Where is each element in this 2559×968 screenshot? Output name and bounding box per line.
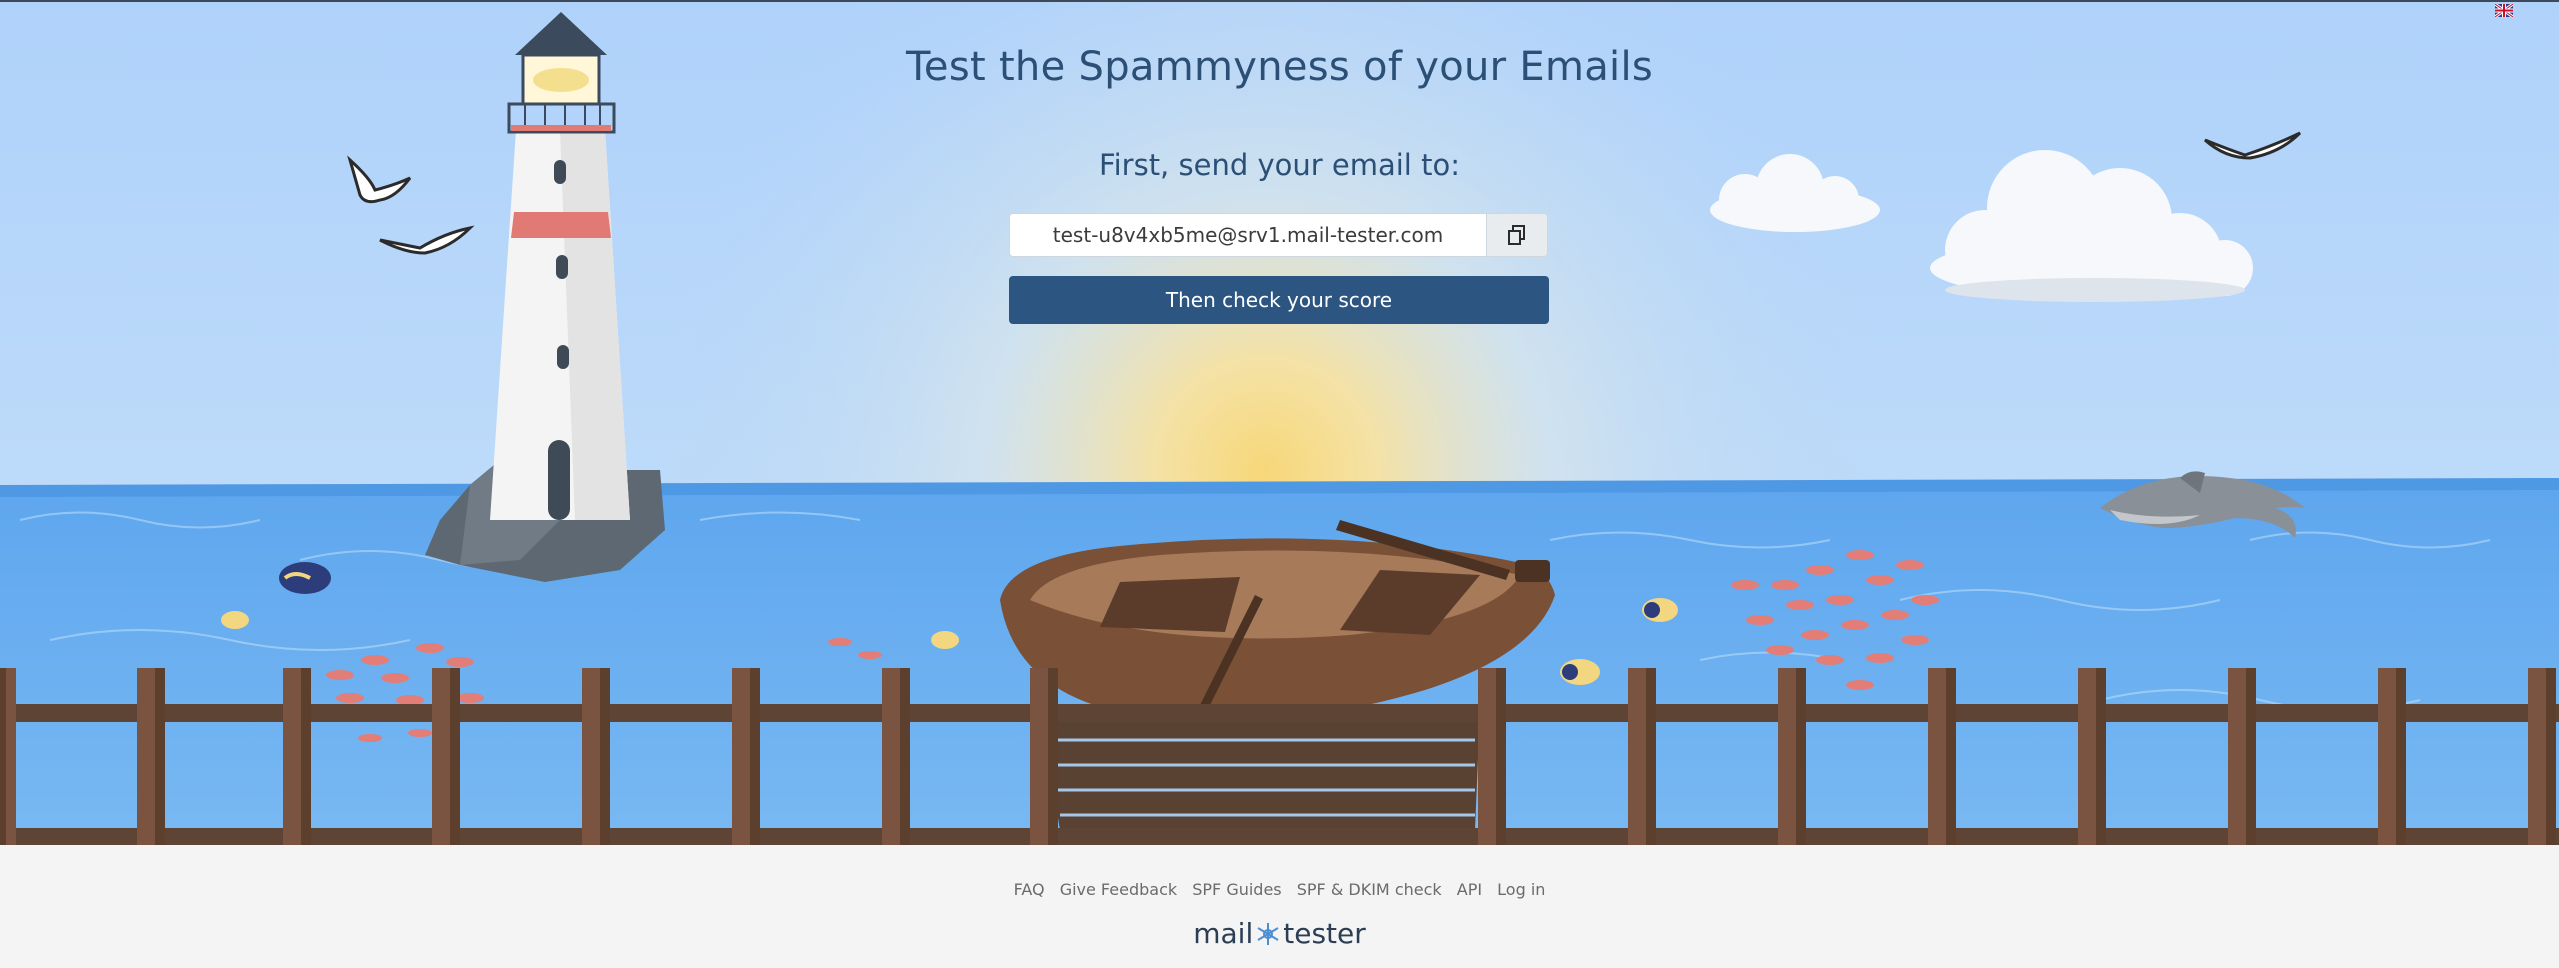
- footer-logo[interactable]: mail tester: [0, 917, 2559, 950]
- page-title: Test the Spammyness of your Emails: [905, 44, 1654, 90]
- footer-link-faq[interactable]: FAQ: [1014, 880, 1045, 899]
- logo-text-tester: tester: [1283, 917, 1366, 950]
- copy-icon: [1508, 225, 1525, 245]
- footer-link-spf-guides[interactable]: SPF Guides: [1192, 880, 1281, 899]
- footer-nav: FAQ Give Feedback SPF Guides SPF & DKIM …: [0, 880, 2559, 899]
- copy-button[interactable]: [1486, 213, 1548, 257]
- background-illustration: [0, 0, 2559, 845]
- check-score-label[interactable]: Then check your score: [1166, 288, 1392, 312]
- flag-icon[interactable]: [2495, 4, 2513, 17]
- footer-link-login[interactable]: Log in: [1497, 880, 1545, 899]
- email-address-text[interactable]: test-u8v4xb5me@srv1.mail-tester.com: [1053, 223, 1443, 247]
- logo-text-mail: mail: [1193, 917, 1254, 950]
- top-border: [0, 0, 2559, 2]
- send-instruction: First, send your email to:: [1099, 148, 1460, 182]
- check-score-button[interactable]: Then check your score: [1009, 276, 1549, 324]
- snowflake-icon: [1257, 922, 1279, 945]
- footer-link-spf-dkim-check[interactable]: SPF & DKIM check: [1297, 880, 1442, 899]
- footer-link-api[interactable]: API: [1457, 880, 1482, 899]
- footer-link-feedback[interactable]: Give Feedback: [1060, 880, 1177, 899]
- email-address-field[interactable]: test-u8v4xb5me@srv1.mail-tester.com: [1009, 213, 1487, 257]
